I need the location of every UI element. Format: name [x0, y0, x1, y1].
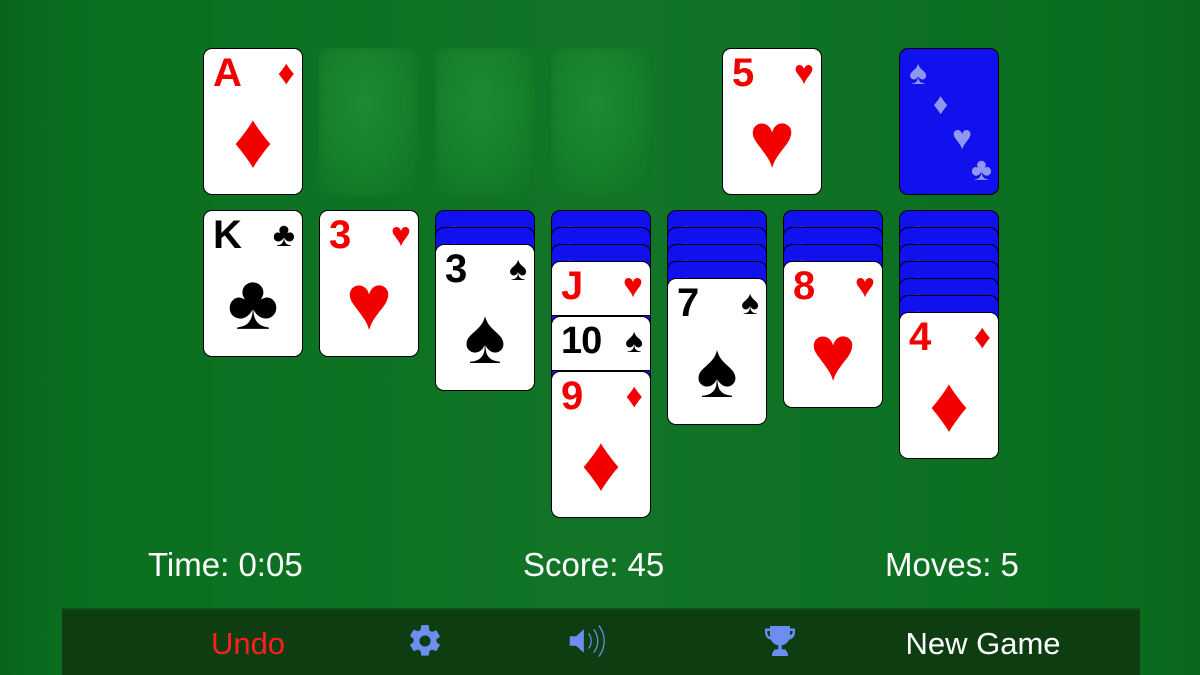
new-game-button[interactable]: New Game — [858, 610, 1108, 675]
card-corner: J ♥ — [552, 264, 650, 308]
card-rank: 8 — [793, 264, 815, 308]
tableau-card-face-up[interactable]: 3 ♠ ♠ — [435, 244, 535, 391]
diamond-icon: ♦ — [277, 54, 295, 92]
card-rank: J — [561, 264, 583, 308]
tableau-card-face-up[interactable]: K ♣ ♣ — [203, 210, 303, 357]
bottom-toolbar: Undo New Game — [62, 608, 1140, 675]
foundation-pile-3-empty[interactable] — [435, 48, 535, 195]
spade-icon: ♠ — [508, 250, 527, 288]
card-corner: 3 ♥ — [320, 213, 418, 257]
tableau-card-face-up[interactable]: J ♥ — [551, 261, 651, 316]
card-center-pip: ♣ — [227, 258, 279, 346]
heart-icon: ♥ — [854, 267, 875, 305]
card-corner: 7 ♠ — [668, 281, 766, 325]
card-center-pip: ♥ — [809, 309, 857, 397]
card-corner: 10 ♠ — [552, 319, 650, 363]
card-center-pip: ♦ — [929, 360, 969, 448]
card-center-pip: ♥ — [345, 258, 393, 346]
card-center-pip: ♠ — [696, 326, 738, 414]
spade-icon: ♠ — [624, 322, 643, 360]
undo-button-label: Undo — [210, 625, 286, 661]
card-rank: 3 — [445, 247, 467, 291]
club-icon: ♣ — [272, 216, 295, 254]
card-rank: A — [213, 51, 242, 95]
solitaire-board: A ♦ ♦ 5 ♥ ♥ ♠ ♦ ♥ ♣ K♣♣3♥♥♠♠3♠♠♠♠♠J♥10♠9… — [0, 0, 1200, 675]
tableau-card-face-up[interactable]: 4 ♦ ♦ — [899, 312, 999, 459]
club-icon: ♣ — [971, 151, 992, 187]
tableau-card-face-up[interactable]: 8 ♥ ♥ — [783, 261, 883, 408]
tableau-card-face-up[interactable]: 3 ♥ ♥ — [319, 210, 419, 357]
tableau-card-face-up[interactable]: 7 ♠ ♠ — [667, 278, 767, 425]
trophy-icon — [760, 621, 800, 666]
card-rank: K — [213, 213, 242, 257]
card-corner: A ♦ — [204, 51, 302, 95]
card-center-pip: ♦ — [581, 419, 621, 507]
tableau-card-face-up[interactable]: 9 ♦ ♦ — [551, 371, 651, 518]
status-bar: Time: 0:05 Score: 45 Moves: 5 — [0, 546, 1200, 608]
heart-icon: ♥ — [390, 216, 411, 254]
sound-button[interactable] — [532, 610, 642, 675]
spade-icon: ♠ — [909, 54, 928, 92]
card-back-pattern: ♠ ♦ ♥ ♣ — [900, 49, 998, 194]
foundation-pile-2-empty[interactable] — [319, 48, 419, 195]
card-rank: 10 — [561, 320, 602, 362]
card-corner: 4 ♦ — [900, 315, 998, 359]
time-display: Time: 0:05 — [148, 546, 303, 583]
tableau-card-face-up[interactable]: 10 ♠ — [551, 316, 651, 371]
card-center-pip: ♦ — [233, 96, 273, 184]
card-rank: 9 — [561, 374, 583, 418]
heart-icon: ♥ — [793, 54, 814, 92]
card-corner: 9 ♦ — [552, 374, 650, 418]
diamond-icon: ♦ — [973, 318, 991, 356]
gear-icon — [406, 622, 444, 665]
moves-display: Moves: 5 — [885, 546, 1019, 583]
card-rank: 4 — [909, 315, 931, 359]
speaker-icon — [565, 622, 609, 665]
card-corner: 8 ♥ — [784, 264, 882, 308]
stock-pile[interactable]: ♠ ♦ ♥ ♣ — [899, 48, 999, 195]
undo-button[interactable]: Undo — [158, 610, 338, 675]
foundation-pile-4-empty[interactable] — [551, 48, 651, 195]
card-center-pip: ♠ — [464, 292, 506, 380]
foundation-pile-1[interactable]: A ♦ ♦ — [203, 48, 303, 195]
card-corner: K ♣ — [204, 213, 302, 257]
diamond-icon: ♦ — [625, 377, 643, 415]
achievements-button[interactable] — [730, 610, 830, 675]
heart-icon: ♥ — [622, 267, 643, 305]
diamond-icon: ♦ — [933, 88, 949, 121]
card-center-pip: ♥ — [748, 96, 796, 184]
settings-button[interactable] — [380, 610, 470, 675]
spade-icon: ♠ — [740, 284, 759, 322]
new-game-button-label: New Game — [905, 625, 1061, 661]
waste-pile-top-card[interactable]: 5 ♥ ♥ — [722, 48, 822, 195]
card-rank: 3 — [329, 213, 351, 257]
heart-icon: ♥ — [952, 119, 973, 157]
card-rank: 7 — [677, 281, 699, 325]
card-rank: 5 — [732, 51, 754, 95]
card-corner: 3 ♠ — [436, 247, 534, 291]
score-display: Score: 45 — [523, 546, 665, 583]
card-corner: 5 ♥ — [723, 51, 821, 95]
